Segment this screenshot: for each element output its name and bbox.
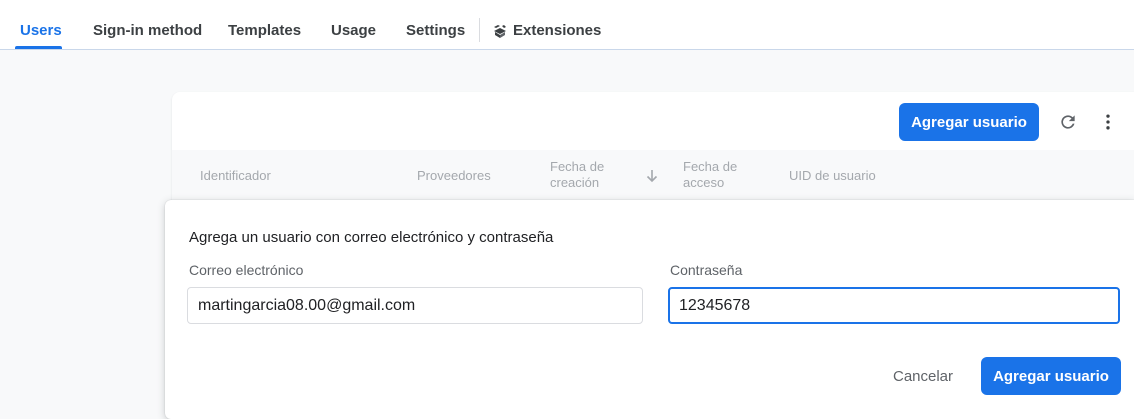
- column-accessed[interactable]: Fecha de acceso: [683, 159, 737, 191]
- submit-add-user-button[interactable]: Agregar usuario: [981, 357, 1121, 395]
- password-field[interactable]: [668, 287, 1120, 324]
- column-providers[interactable]: Proveedores: [417, 168, 491, 184]
- add-user-dialog: Agrega un usuario con correo electrónico…: [165, 200, 1134, 419]
- refresh-icon: [1061, 115, 1075, 129]
- column-created-line1: Fecha de: [550, 159, 605, 174]
- column-uid[interactable]: UID de usuario: [789, 168, 876, 184]
- tab-usage[interactable]: Usage: [331, 20, 376, 42]
- extensions-icon: [494, 25, 506, 38]
- dialog-title: Agrega un usuario con correo electrónico…: [189, 229, 554, 246]
- column-created[interactable]: Fecha de creación: [550, 159, 604, 191]
- active-tab-indicator: [15, 46, 62, 49]
- column-identifier[interactable]: Identificador: [200, 168, 271, 184]
- tab-users[interactable]: Users: [20, 20, 62, 42]
- add-user-button[interactable]: Agregar usuario: [899, 103, 1039, 141]
- email-label: Correo electrónico: [189, 262, 304, 278]
- password-label: Contraseña: [670, 262, 743, 278]
- column-accessed-line1: Fecha de: [683, 159, 738, 174]
- email-field[interactable]: [187, 287, 643, 324]
- table-header: Identificador Proveedores Fecha de creac…: [172, 150, 1134, 202]
- tab-bar: Users Sign-in method Templates Usage Set…: [0, 0, 1134, 50]
- tab-divider: [479, 18, 480, 42]
- cancel-button[interactable]: Cancelar: [883, 357, 963, 395]
- column-accessed-line2: acceso: [683, 175, 725, 190]
- refresh-button[interactable]: [1054, 108, 1082, 136]
- tab-settings[interactable]: Settings: [406, 20, 465, 42]
- arrow-down-icon[interactable]: [646, 169, 658, 183]
- more-options-button[interactable]: [1094, 108, 1122, 136]
- tab-sign-in-method[interactable]: Sign-in method: [93, 20, 202, 42]
- more-vert-icon: [1106, 114, 1110, 130]
- tab-templates[interactable]: Templates: [228, 20, 301, 42]
- column-created-line2: creación: [550, 175, 600, 190]
- tab-extensions-label: Extensiones: [513, 22, 602, 39]
